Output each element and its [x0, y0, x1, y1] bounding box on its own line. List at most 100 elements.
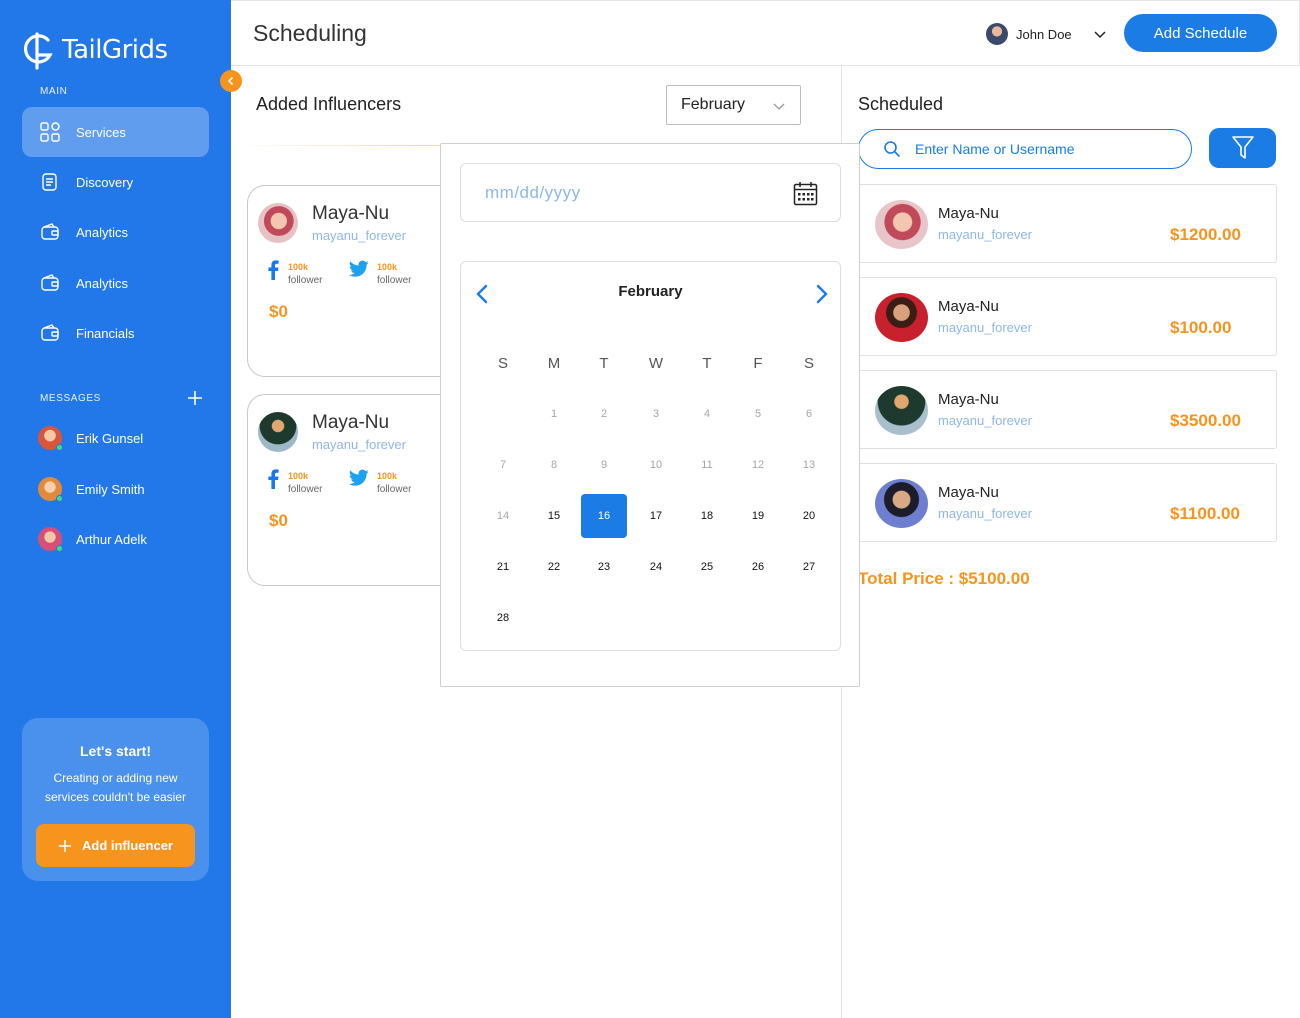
calendar-day[interactable]: 4	[684, 392, 730, 436]
add-message-icon[interactable]	[186, 389, 204, 407]
calendar-day[interactable]: 21	[480, 545, 526, 589]
calendar-day[interactable]: 24	[633, 545, 679, 589]
calendar-icon[interactable]	[793, 181, 818, 206]
avatar	[38, 477, 63, 502]
scheduled-name: Maya-Nu	[938, 391, 999, 408]
month-select-value: February	[681, 96, 746, 113]
weekday-header: T	[599, 354, 609, 372]
chevron-left-icon	[227, 76, 234, 86]
add-schedule-button[interactable]: Add Schedule	[1124, 14, 1277, 52]
page-title: Scheduling	[253, 20, 367, 46]
calendar-day[interactable]: 22	[531, 545, 577, 589]
calendar-day[interactable]: 1	[531, 392, 577, 436]
calendar-day[interactable]: 2	[581, 392, 627, 436]
search-input[interactable]: Enter Name or Username	[858, 129, 1192, 169]
facebook-icon	[268, 260, 279, 280]
weekday-header: F	[753, 354, 763, 372]
calendar-day[interactable]: 7	[480, 443, 526, 487]
brand-name: TailGrids	[62, 35, 168, 65]
next-month-button[interactable]	[809, 282, 833, 306]
avatar	[986, 23, 1008, 45]
scheduled-item[interactable]: Maya-Nu mayanu_forever $1100.00	[858, 463, 1277, 542]
sidebar-item-label: Financials	[76, 325, 135, 341]
facebook-stat: 100k follower	[266, 260, 322, 288]
calendar: February S M T W T F S 1 2 3 4 5 6 7 8 9 10 11 12 13 14 15 16 1…	[460, 261, 841, 651]
scheduled-item[interactable]: Maya-Nu mayanu_forever $1200.00	[858, 184, 1277, 263]
scheduled-price: $1200.00	[1170, 225, 1241, 244]
sidebar-item-services[interactable]: Services	[22, 107, 209, 157]
avatar	[875, 479, 928, 528]
calendar-day[interactable]: 17	[633, 494, 679, 538]
calendar-day[interactable]: 11	[684, 443, 730, 487]
total-price: Total Price : $5100.00	[858, 569, 1030, 588]
wallet-icon	[40, 222, 60, 242]
weekday-header: M	[547, 354, 561, 372]
collapse-sidebar-button[interactable]	[220, 70, 242, 92]
calendar-day[interactable]: 25	[684, 545, 730, 589]
follower-label: follower	[288, 484, 323, 495]
top-header: Scheduling John Doe Add Schedule	[231, 0, 1300, 66]
calendar-day[interactable]: 23	[581, 545, 627, 589]
brand-logo[interactable]: TailGrids	[20, 28, 168, 72]
filter-button[interactable]	[1209, 128, 1276, 168]
calendar-day[interactable]: 28	[480, 596, 526, 640]
scheduled-name: Maya-Nu	[938, 205, 999, 222]
section-title: Added Influencers	[256, 94, 402, 114]
calendar-day[interactable]: 19	[735, 494, 781, 538]
sidebar-item-analytics-2[interactable]: Analytics	[22, 258, 209, 308]
grid-icon	[40, 122, 60, 142]
message-contact-emily[interactable]: Emily Smith	[38, 477, 145, 502]
sidebar-item-discovery[interactable]: Discovery	[22, 157, 209, 207]
calendar-day[interactable]: 9	[581, 443, 627, 487]
weekday-header: S	[803, 354, 814, 372]
twitter-stat: 100k follower	[349, 260, 411, 288]
user-name: John Doe	[1016, 26, 1072, 42]
scheduled-username: mayanu_forever	[938, 227, 1032, 242]
message-contact-erik[interactable]: Erik Gunsel	[38, 426, 143, 451]
search-placeholder: Enter Name or Username	[915, 141, 1075, 157]
calendar-month-title: February	[618, 283, 683, 300]
calendar-day[interactable]: 15	[531, 494, 577, 538]
calendar-day[interactable]: 10	[633, 443, 679, 487]
plus-icon	[58, 839, 71, 852]
twitter-icon	[349, 260, 369, 277]
facebook-stat: 100k follower	[266, 469, 322, 497]
scheduled-item[interactable]: Maya-Nu mayanu_forever $3500.00	[858, 370, 1277, 449]
sidebar-item-financials[interactable]: Financials	[22, 308, 209, 358]
sidebar-item-analytics[interactable]: Analytics	[22, 207, 209, 257]
avatar	[38, 426, 63, 451]
scheduled-price: $1100.00	[1170, 504, 1240, 523]
sidebar-item-label: Discovery	[76, 174, 134, 190]
calendar-day-selected[interactable]: 16	[581, 494, 627, 538]
calendar-day[interactable]: 13	[786, 443, 832, 487]
calendar-day[interactable]: 3	[633, 392, 679, 436]
date-input[interactable]: mm/dd/yyyy	[460, 163, 841, 222]
month-select[interactable]: February	[666, 85, 801, 125]
calendar-day[interactable]: 12	[735, 443, 781, 487]
follower-label: follower	[288, 275, 323, 286]
scheduled-username: mayanu_forever	[938, 506, 1032, 521]
message-contact-arthur[interactable]: Arthur Adelk	[38, 527, 147, 552]
calendar-day[interactable]: 20	[786, 494, 832, 538]
online-indicator	[56, 545, 63, 552]
add-influencer-button[interactable]: Add influencer	[36, 824, 195, 867]
calendar-day[interactable]: 8	[531, 443, 577, 487]
follower-label: follower	[377, 275, 412, 286]
avatar	[875, 386, 928, 435]
scheduled-item[interactable]: Maya-Nu mayanu_forever $100.00	[858, 277, 1277, 356]
twitter-icon	[349, 469, 369, 486]
calendar-day[interactable]: 6	[786, 392, 832, 436]
scheduled-username: mayanu_forever	[938, 413, 1032, 428]
calendar-day[interactable]: 26	[735, 545, 781, 589]
user-menu[interactable]: John Doe	[986, 23, 1108, 45]
scheduled-price: $100.00	[1170, 318, 1232, 337]
calendar-day[interactable]: 18	[684, 494, 730, 538]
contact-name: Emily Smith	[76, 481, 145, 497]
scheduled-title: Scheduled	[858, 94, 944, 114]
document-icon	[40, 172, 60, 192]
wallet-icon	[40, 323, 60, 343]
calendar-day[interactable]: 14	[480, 494, 526, 538]
calendar-day[interactable]: 5	[735, 392, 781, 436]
divider	[231, 145, 441, 146]
calendar-day[interactable]: 27	[786, 545, 832, 589]
